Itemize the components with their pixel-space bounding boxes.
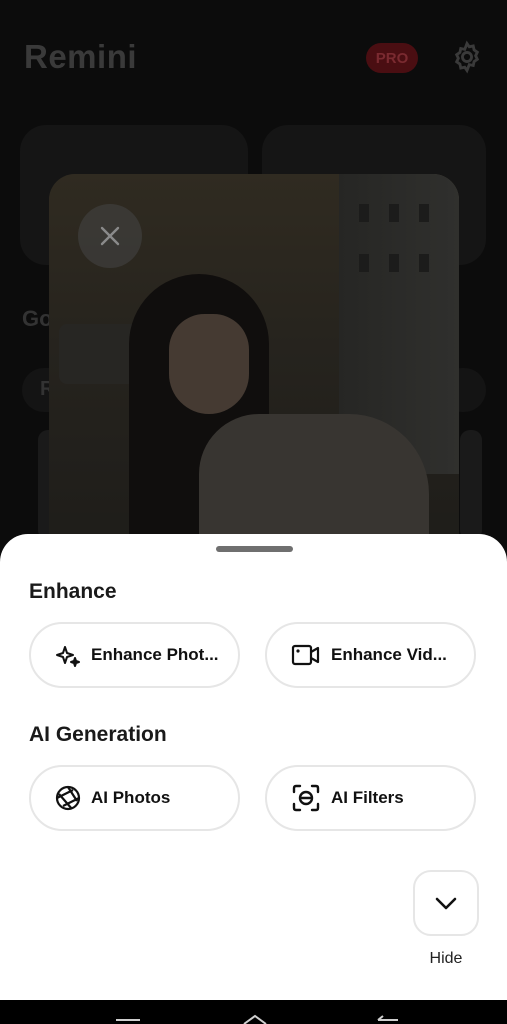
enhance-photo-button[interactable]: Enhance Phot...	[29, 622, 240, 688]
ai-generation-section-title: AI Generation	[29, 723, 167, 746]
close-button[interactable]	[78, 204, 142, 268]
face-scan-icon	[292, 784, 320, 812]
sparkle-icon	[56, 646, 80, 667]
hide-button[interactable]	[413, 870, 479, 936]
gear-icon[interactable]	[450, 40, 484, 74]
app-logo: Remini	[24, 38, 138, 75]
enhance-video-label: Enhance Vid...	[331, 645, 447, 664]
hide-label: Hide	[429, 950, 463, 967]
video-camera-icon	[291, 644, 320, 666]
ai-photos-label: AI Photos	[91, 788, 171, 807]
pro-badge[interactable]: PRO	[366, 43, 418, 73]
chevron-down-icon	[435, 897, 457, 910]
background-tile	[460, 430, 482, 540]
aperture-icon	[55, 785, 81, 811]
ai-photos-button[interactable]: AI Photos	[29, 765, 240, 831]
back-icon[interactable]	[374, 1014, 402, 1024]
ai-filters-button[interactable]: AI Filters	[265, 765, 476, 831]
bottom-sheet: Enhance Enhance Phot... Enhance Vid... A…	[0, 534, 507, 1000]
ai-filters-label: AI Filters	[331, 788, 404, 807]
system-nav-bar	[0, 1000, 507, 1024]
sheet-drag-handle[interactable]	[216, 546, 293, 552]
recents-icon[interactable]	[116, 1014, 140, 1024]
home-icon[interactable]	[242, 1014, 268, 1024]
background-section-title: Go	[22, 306, 53, 331]
enhance-video-button[interactable]: Enhance Vid...	[265, 622, 476, 688]
enhance-section-title: Enhance	[29, 580, 117, 603]
enhance-photo-label: Enhance Phot...	[91, 645, 219, 664]
close-icon	[100, 226, 120, 246]
